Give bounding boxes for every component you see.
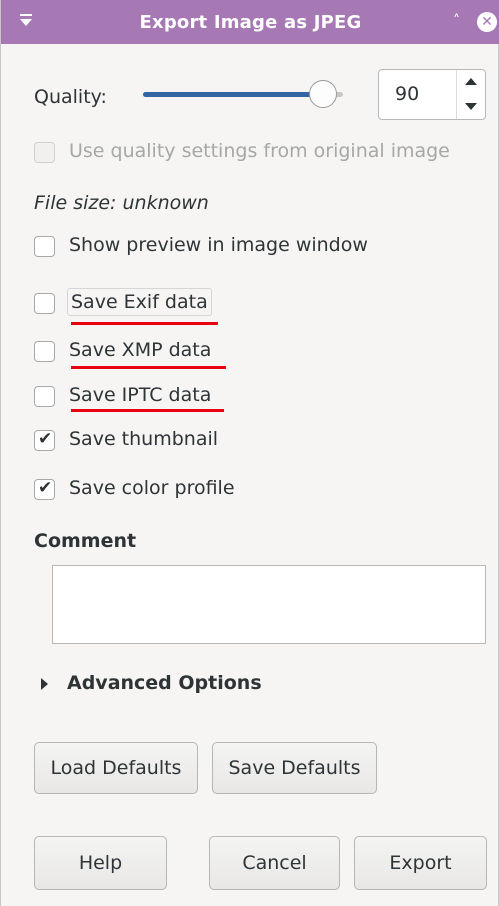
- cancel-button[interactable]: Cancel: [209, 836, 340, 890]
- use-original-quality-checkbox[interactable]: [34, 142, 55, 163]
- load-defaults-label: Load Defaults: [50, 757, 182, 779]
- quality-label: Quality:: [34, 86, 107, 108]
- slider-fill: [143, 92, 323, 97]
- file-size-label: File size: unknown: [34, 192, 209, 214]
- annotation-underline-xmp: [71, 366, 226, 369]
- quality-value[interactable]: 90: [395, 83, 419, 105]
- save-color-profile-checkbox[interactable]: [34, 478, 55, 500]
- spin-up-icon[interactable]: [457, 70, 485, 94]
- quality-spinbutton[interactable]: 90: [378, 69, 486, 120]
- window-title: Export Image as JPEG: [139, 12, 362, 33]
- export-button[interactable]: Export: [354, 836, 487, 890]
- annotation-underline-iptc: [71, 409, 224, 412]
- comment-textarea[interactable]: [52, 565, 486, 644]
- chevron-up-icon[interactable]: ˄: [453, 13, 460, 29]
- load-defaults-button[interactable]: Load Defaults: [34, 742, 198, 794]
- close-icon[interactable]: ✕: [477, 12, 497, 32]
- slider-thumb[interactable]: [309, 80, 337, 108]
- save-exif-label: Save Exif data: [67, 288, 212, 316]
- comment-title: Comment: [34, 530, 137, 552]
- use-original-quality-label: Use quality settings from original image: [69, 140, 450, 162]
- save-defaults-label: Save Defaults: [228, 757, 361, 779]
- titlebar[interactable]: Export Image as JPEG ˄ ✕: [1, 0, 499, 44]
- help-label: Help: [78, 852, 123, 874]
- save-iptc-checkbox[interactable]: [34, 386, 55, 407]
- annotation-underline-exif: [71, 322, 218, 325]
- show-preview-label: Show preview in image window: [69, 234, 368, 256]
- save-defaults-button[interactable]: Save Defaults: [212, 742, 377, 794]
- show-preview-checkbox[interactable]: [34, 236, 55, 257]
- spin-buttons: [456, 70, 485, 119]
- export-jpeg-dialog: Export Image as JPEG ˄ ✕ Quality: 90 Use…: [0, 0, 499, 906]
- advanced-options-label: Advanced Options: [67, 672, 262, 694]
- save-xmp-checkbox[interactable]: [34, 341, 55, 362]
- save-exif-checkbox[interactable]: [34, 293, 55, 314]
- save-thumbnail-checkbox[interactable]: [34, 429, 55, 451]
- save-iptc-label: Save IPTC data: [69, 384, 212, 406]
- expander-arrow-icon[interactable]: [41, 678, 48, 690]
- spin-down-icon[interactable]: [457, 95, 485, 119]
- quality-slider[interactable]: [143, 78, 355, 112]
- save-xmp-label: Save XMP data: [69, 339, 212, 361]
- help-button[interactable]: Help: [34, 836, 167, 890]
- save-thumbnail-label: Save thumbnail: [69, 428, 219, 450]
- cancel-label: Cancel: [242, 852, 307, 874]
- save-color-profile-label: Save color profile: [69, 477, 235, 499]
- export-label: Export: [389, 852, 452, 874]
